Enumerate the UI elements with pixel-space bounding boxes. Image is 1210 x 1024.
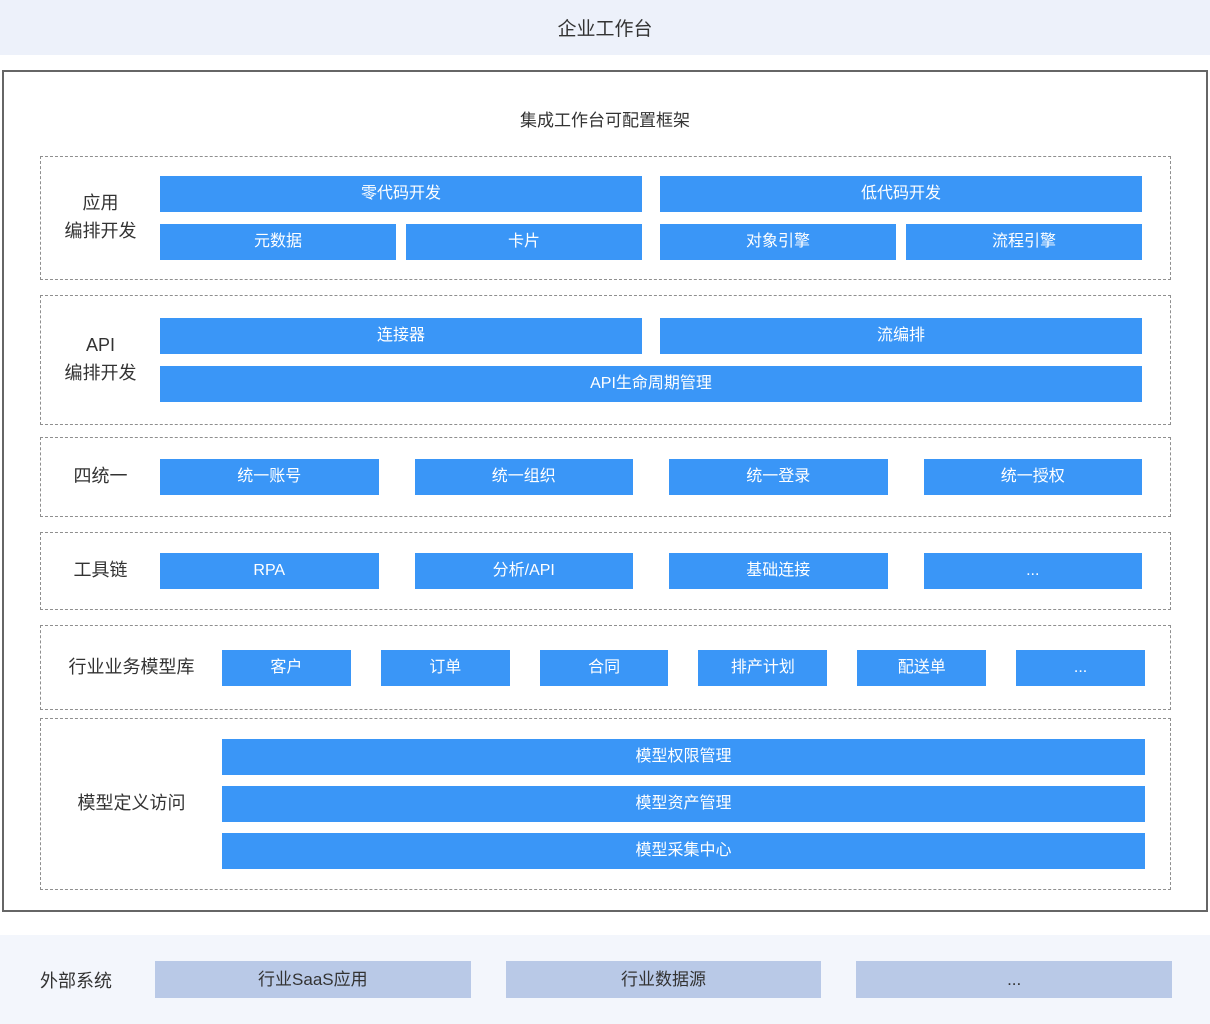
section-model-definition-access-content: 模型权限管理 模型资产管理 模型采集中心 — [222, 739, 1145, 869]
block-unified-org: 统一组织 — [414, 459, 633, 495]
section-four-unifications-label: 四统一 — [73, 466, 128, 487]
section-toolchain-content: RPA 分析/API 基础连接 ... — [160, 553, 1142, 589]
block-delivery-note: 配送单 — [857, 649, 987, 686]
framework-title: 集成工作台可配置框架 — [520, 111, 690, 130]
block-model-collection-center: 模型采集中心 — [222, 833, 1145, 869]
section-industry-model-library-content: 客户 订单 合同 排产计划 配送单 ... — [222, 649, 1145, 686]
label-line: API — [85, 335, 115, 356]
block-rpa: RPA — [160, 553, 379, 589]
section-industry-model-library: 行业业务模型库 客户 订单 合同 排产计划 配送单 ... — [40, 625, 1171, 710]
block-customer: 客户 — [222, 649, 351, 686]
section-four-unifications: 四统一 统一账号 统一组织 统一登录 统一授权 — [40, 437, 1171, 517]
section-toolchain: 工具链 RPA 分析/API 基础连接 ... — [40, 532, 1171, 610]
framework-container: 集成工作台可配置框架 应用 编排开发 零代码开发 低代码开发 元数据 卡片 对象… — [2, 70, 1208, 912]
block-toolchain-more: ... — [923, 553, 1142, 589]
block-unified-account: 统一账号 — [160, 459, 379, 495]
block-analysis-api: 分析/API — [414, 553, 633, 589]
row: API生命周期管理 — [160, 366, 1142, 402]
row: 元数据 卡片 对象引擎 流程引擎 — [160, 224, 1142, 260]
block-object-engine: 对象引擎 — [660, 224, 896, 260]
section-api-orchestration-label: API 编排开发 — [41, 332, 160, 388]
block-flow-orchestration: 流编排 — [660, 318, 1142, 354]
row: 统一账号 统一组织 统一登录 统一授权 — [160, 459, 1142, 495]
label-line: 编排开发 — [64, 363, 137, 383]
section-industry-model-library-label: 行业业务模型库 — [68, 656, 195, 677]
block-process-engine: 流程引擎 — [906, 224, 1142, 260]
external-systems-blocks: 行业SaaS应用 行业数据源 ... — [155, 961, 1172, 998]
block-unified-login: 统一登录 — [669, 459, 888, 495]
block-api-lifecycle-mgmt: API生命周期管理 — [160, 366, 1142, 402]
section-model-definition-access-label: 模型定义访问 — [77, 793, 186, 814]
section-api-orchestration-content: 连接器 流编排 API生命周期管理 — [160, 318, 1142, 402]
section-api-orchestration: API 编排开发 连接器 流编排 API生命周期管理 — [40, 295, 1171, 425]
label-line: 编排开发 — [64, 221, 137, 241]
block-connector: 连接器 — [160, 318, 642, 354]
row: RPA 分析/API 基础连接 ... — [160, 553, 1142, 589]
half-pair: 元数据 卡片 — [160, 224, 642, 260]
external-systems-band: 外部系统 行业SaaS应用 行业数据源 ... — [0, 935, 1210, 1024]
block-low-code-dev: 低代码开发 — [660, 176, 1142, 212]
block-contract: 合同 — [539, 649, 669, 686]
block-model-permission-mgmt: 模型权限管理 — [222, 739, 1145, 775]
section-model-definition-access: 模型定义访问 模型权限管理 模型资产管理 模型采集中心 — [40, 718, 1171, 890]
block-metadata: 元数据 — [160, 224, 396, 260]
block-industry-data-source: 行业数据源 — [505, 961, 822, 998]
block-production-plan: 排产计划 — [698, 649, 828, 686]
top-banner: 企业工作台 — [0, 0, 1210, 55]
block-model-more: ... — [1016, 649, 1145, 686]
external-systems-label: 外部系统 — [40, 970, 112, 991]
section-toolchain-label: 工具链 — [73, 560, 128, 581]
block-external-more: ... — [856, 961, 1172, 998]
half-pair: 对象引擎 流程引擎 — [660, 224, 1142, 260]
block-basic-connect: 基础连接 — [669, 553, 888, 589]
section-four-unifications-content: 统一账号 统一组织 统一登录 统一授权 — [160, 459, 1142, 495]
block-order: 订单 — [380, 649, 510, 686]
section-app-orchestration-label: 应用 编排开发 — [41, 190, 160, 246]
block-industry-saas-app: 行业SaaS应用 — [155, 961, 471, 998]
section-app-orchestration: 应用 编排开发 零代码开发 低代码开发 元数据 卡片 对象引擎 流程引擎 — [40, 156, 1171, 280]
workbench-banner-title: 企业工作台 — [557, 19, 653, 40]
block-card: 卡片 — [406, 224, 642, 260]
row: 客户 订单 合同 排产计划 配送单 ... — [222, 649, 1145, 686]
section-app-orchestration-content: 零代码开发 低代码开发 元数据 卡片 对象引擎 流程引擎 — [160, 176, 1142, 260]
block-unified-auth: 统一授权 — [923, 459, 1142, 495]
label-line: 应用 — [82, 193, 119, 214]
block-zero-code-dev: 零代码开发 — [160, 176, 642, 212]
block-model-asset-mgmt: 模型资产管理 — [222, 786, 1145, 822]
row: 零代码开发 低代码开发 — [160, 176, 1142, 212]
row: 连接器 流编排 — [160, 318, 1142, 354]
